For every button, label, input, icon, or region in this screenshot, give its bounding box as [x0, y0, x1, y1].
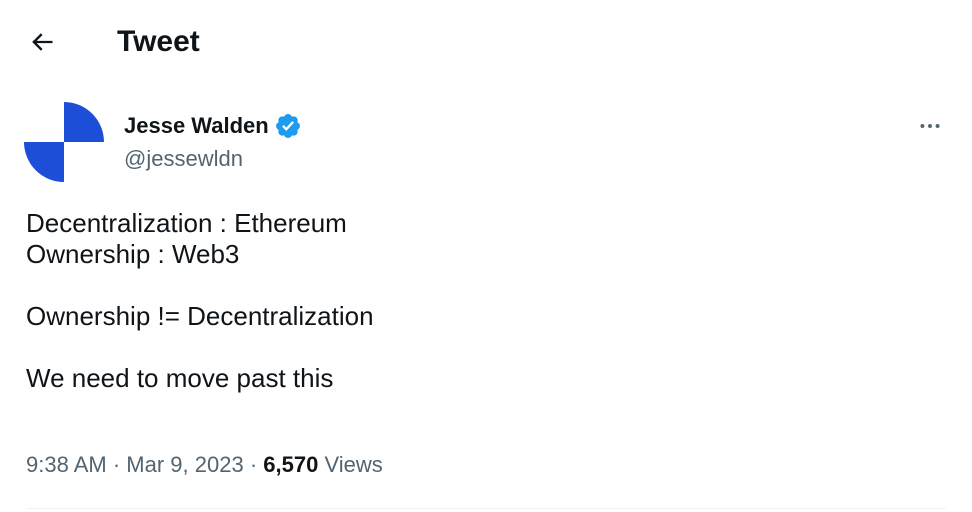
author-handle[interactable]: @jessewldn — [124, 144, 243, 174]
tweet-line: Ownership != Decentralization — [26, 301, 374, 331]
author-name-row: Jesse Walden — [124, 111, 302, 141]
tweet-text: Decentralization : Ethereum Ownership : … — [26, 208, 926, 394]
verified-badge-icon[interactable] — [274, 112, 302, 140]
tweet-line: Ownership : Web3 — [26, 239, 240, 269]
meta-separator: · — [112, 452, 121, 477]
views-label: Views — [324, 452, 383, 477]
author-name[interactable]: Jesse Walden — [124, 111, 269, 141]
arrow-left-icon — [32, 33, 53, 51]
tweet-time[interactable]: 9:38 AM — [26, 452, 107, 477]
avatar[interactable] — [24, 102, 104, 182]
tweet-line: Decentralization : Ethereum — [26, 208, 347, 238]
views-count: 6,570 — [263, 452, 319, 477]
more-options-button[interactable] — [908, 108, 952, 144]
top-bar: Tweet — [0, 0, 972, 84]
divider — [26, 508, 946, 509]
more-horizontal-icon — [920, 124, 940, 128]
tweet-date[interactable]: Mar 9, 2023 — [126, 452, 243, 477]
avatar-logo-icon — [24, 102, 104, 182]
tweet-meta: 9:38 AM · Mar 9, 2023 · 6,570 Views — [26, 450, 383, 480]
back-button[interactable] — [24, 24, 60, 60]
tweet-line: We need to move past this — [26, 363, 334, 393]
meta-separator: · — [249, 452, 258, 477]
page-title: Tweet — [117, 25, 200, 58]
